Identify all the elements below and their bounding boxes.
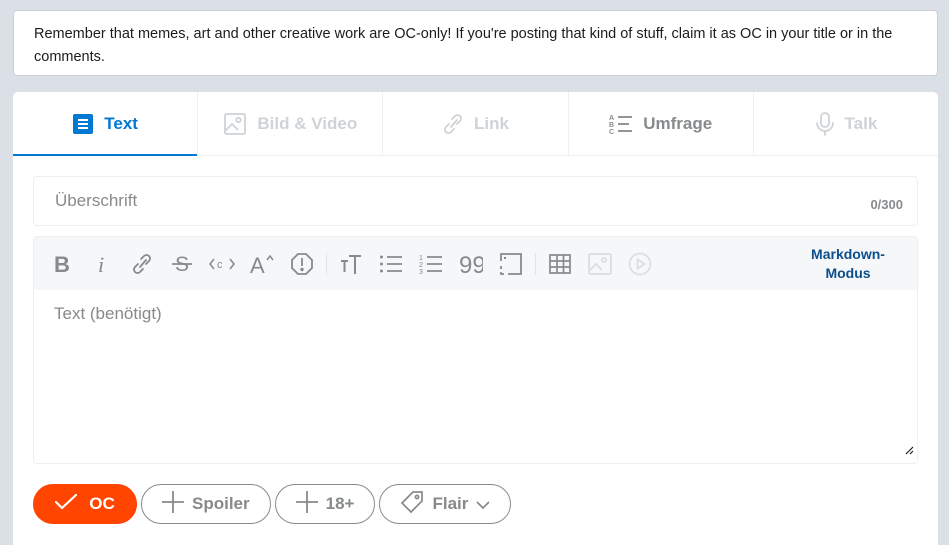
oc-toggle-button[interactable]: OC xyxy=(33,484,137,524)
bold-icon: B xyxy=(53,253,71,275)
link-icon xyxy=(442,112,464,136)
link-button[interactable] xyxy=(122,244,162,284)
tab-poll-label: Umfrage xyxy=(643,113,713,133)
tab-link[interactable]: Link xyxy=(383,92,569,155)
body-textarea[interactable] xyxy=(34,290,917,463)
bulleted-list-button[interactable] xyxy=(371,244,411,284)
link-icon xyxy=(131,252,153,276)
italic-button[interactable]: i xyxy=(82,244,122,284)
chevron-down-icon xyxy=(476,494,490,514)
spoiler-icon xyxy=(290,252,314,276)
svg-text:B: B xyxy=(609,122,614,129)
post-type-tabs: Text Bild & Video Link ABC Umfrage Talk xyxy=(13,92,938,156)
title-field: 0/300 xyxy=(33,176,918,226)
strikethrough-icon: S xyxy=(171,252,193,276)
posting-rules-notice: Remember that memes, art and other creat… xyxy=(13,10,938,76)
svg-text:C: C xyxy=(609,129,614,135)
insert-video-button[interactable] xyxy=(620,244,660,284)
tab-talk-label: Talk xyxy=(844,113,878,133)
flair-label: Flair xyxy=(432,494,469,513)
plus-icon xyxy=(295,490,318,518)
svg-text:99: 99 xyxy=(459,253,483,275)
svg-text:A: A xyxy=(609,115,614,122)
tab-text-label: Text xyxy=(104,113,138,133)
markdown-mode-link[interactable]: Markdown-Modus xyxy=(803,245,893,283)
tag-icon xyxy=(400,490,424,519)
spoiler-label: Spoiler xyxy=(192,494,250,513)
spoiler-button[interactable] xyxy=(282,244,322,284)
checkmark-icon xyxy=(55,493,78,515)
image-icon xyxy=(588,252,612,275)
tab-link-label: Link xyxy=(474,113,509,133)
inline-code-icon: c xyxy=(209,256,235,272)
tab-talk[interactable]: Talk xyxy=(754,92,938,155)
italic-icon: i xyxy=(95,253,109,275)
tab-image-video[interactable]: Bild & Video xyxy=(198,92,384,155)
flair-dropdown-button[interactable]: Flair xyxy=(379,484,512,524)
numbered-list-button[interactable]: 123 xyxy=(411,244,451,284)
table-button[interactable] xyxy=(540,244,580,284)
inline-code-button[interactable]: c xyxy=(202,244,242,284)
nsfw-toggle-button[interactable]: 18+ xyxy=(274,484,376,524)
notice-text: Remember that memes, art and other creat… xyxy=(34,26,893,65)
tab-poll[interactable]: ABC Umfrage xyxy=(569,92,754,155)
tab-text[interactable]: Text xyxy=(13,92,199,156)
strikethrough-button[interactable]: S xyxy=(162,244,202,284)
code-block-icon xyxy=(500,252,522,275)
heading-button[interactable] xyxy=(331,244,371,284)
toolbar-divider xyxy=(535,252,536,275)
svg-text:i: i xyxy=(98,253,104,275)
post-text-icon xyxy=(72,113,94,135)
toolbar-divider xyxy=(326,252,327,275)
title-input[interactable] xyxy=(34,177,814,225)
svg-text:1: 1 xyxy=(419,255,423,262)
code-block-button[interactable] xyxy=(491,244,531,284)
resize-handle-icon[interactable] xyxy=(904,442,914,460)
image-icon xyxy=(223,112,247,136)
quote-block-icon: 99 xyxy=(459,253,483,275)
spoiler-toggle-button[interactable]: Spoiler xyxy=(141,484,271,524)
create-post-card: Text Bild & Video Link ABC Umfrage Talk xyxy=(13,92,938,545)
heading-icon xyxy=(340,253,362,275)
editor-toolbar: B i S c A 1 2 3 9 Markdown-Modus xyxy=(34,237,917,290)
microphone-icon xyxy=(815,111,835,137)
quote-block-button[interactable]: 99 xyxy=(451,244,491,284)
bulleted-list-icon xyxy=(379,253,403,275)
plus-icon xyxy=(162,490,184,518)
svg-text:3: 3 xyxy=(419,269,423,275)
tab-image-video-label: Bild & Video xyxy=(257,113,358,133)
svg-text:A: A xyxy=(250,253,265,276)
superscript-icon: A xyxy=(250,252,274,276)
rich-text-editor: B i S c A 1 2 3 9 Markdown-Modus Text (b… xyxy=(33,236,918,464)
table-icon xyxy=(549,253,571,274)
numbered-list-icon: 123 xyxy=(419,253,443,275)
svg-text:B: B xyxy=(54,253,70,275)
nsfw-label: 18+ xyxy=(325,494,355,513)
svg-text:c: c xyxy=(217,259,223,271)
bold-button[interactable]: B xyxy=(42,244,82,284)
insert-image-button[interactable] xyxy=(580,244,620,284)
title-char-counter: 0/300 xyxy=(870,197,903,212)
post-flags-row: OC Spoiler 18+ Flair xyxy=(33,484,512,524)
oc-label: OC xyxy=(89,494,115,513)
video-icon xyxy=(628,252,652,276)
superscript-button[interactable]: A xyxy=(242,244,282,284)
svg-text:2: 2 xyxy=(419,262,423,269)
poll-icon: ABC xyxy=(609,113,633,135)
